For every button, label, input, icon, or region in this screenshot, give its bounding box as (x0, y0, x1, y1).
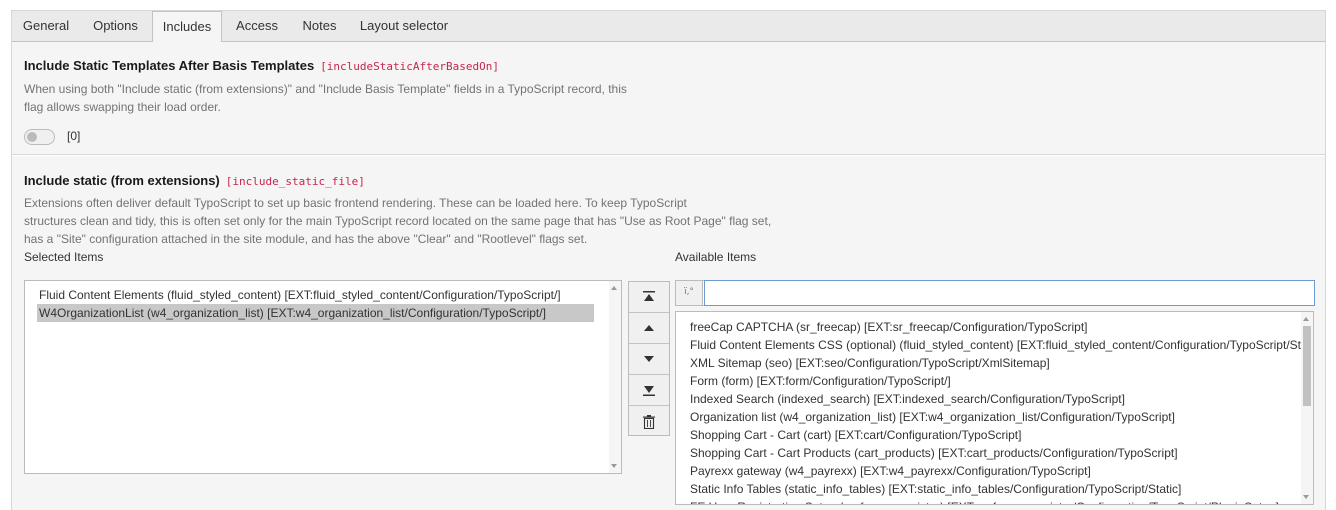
include-static-section: Include static (from extensions) [include… (12, 156, 1325, 510)
selected-items-list[interactable]: Fluid Content Elements (fluid_styled_con… (24, 280, 622, 474)
available-items-filter: ï,° (675, 280, 1315, 306)
scrollbar-thumb[interactable] (1303, 326, 1311, 406)
move-to-bottom-icon (643, 386, 655, 396)
available-items-label: Available Items (675, 250, 757, 264)
move-down-icon (644, 356, 654, 362)
tab-options[interactable]: Options (83, 11, 148, 42)
toggle-switch[interactable] (24, 129, 55, 145)
available-list-item[interactable]: Fluid Content Elements CSS (optional) (f… (676, 336, 1313, 354)
field-description: Extensions often deliver default TypoScr… (24, 194, 771, 248)
available-list-item[interactable]: Form (form) [EXT:form/Configuration/Typo… (676, 372, 1313, 390)
move-to-top-button[interactable] (629, 282, 669, 313)
move-to-bottom-button[interactable] (629, 375, 669, 406)
description-line: Extensions often deliver default TypoScr… (24, 196, 687, 210)
trash-icon (643, 415, 655, 429)
available-list-item[interactable]: Indexed Search (indexed_search) [EXT:ind… (676, 390, 1313, 408)
remove-button[interactable] (629, 406, 669, 437)
tab-layout-selector[interactable]: Layout selector (354, 11, 454, 42)
description-line: has a "Site" configuration attached in t… (24, 232, 588, 246)
description-line: When using both "Include static (from ex… (24, 82, 627, 96)
available-list-item[interactable]: Shopping Cart - Cart (cart) [EXT:cart/Co… (676, 426, 1313, 444)
move-up-button[interactable] (629, 313, 669, 344)
available-list-item[interactable]: FE User Registration Setup (sr_feuser_re… (676, 498, 1313, 504)
tab-includes[interactable]: Includes (152, 11, 222, 43)
filter-icon: ï,° (676, 281, 703, 305)
field-title: Include Static Templates After Basis Tem… (24, 58, 315, 73)
selected-list-item[interactable]: Fluid Content Elements (fluid_styled_con… (25, 286, 621, 304)
description-line: flag allows swapping their load order. (24, 100, 221, 114)
available-list-item[interactable]: Static Info Tables (static_info_tables) … (676, 480, 1313, 498)
selected-list-item[interactable]: W4OrganizationList (w4_organization_list… (37, 304, 594, 322)
available-list-item[interactable]: Payrexx gateway (w4_payrexx) [EXT:w4_pay… (676, 462, 1313, 480)
field-code: [include_static_file] (225, 175, 365, 188)
toggle-value: [0] (67, 129, 81, 143)
field-title: Include static (from extensions) (24, 173, 220, 188)
available-list-item[interactable]: Shopping Cart - Cart Products (cart_prod… (676, 444, 1313, 462)
selected-items-container: Fluid Content Elements (fluid_styled_con… (25, 286, 621, 322)
available-list-item[interactable]: Organization list (w4_organization_list)… (676, 408, 1313, 426)
form-frame: General Options Includes Access Notes La… (11, 10, 1326, 510)
field-code: [includeStaticAfterBasedOn] (320, 60, 499, 73)
scroll-up-icon[interactable] (611, 286, 617, 290)
scroll-down-icon[interactable] (1303, 495, 1309, 499)
available-items-container: freeCap CAPTCHA (sr_freecap) [EXT:sr_fre… (676, 318, 1313, 504)
field-label: Include static (from extensions) [include… (24, 173, 365, 188)
available-items-list[interactable]: freeCap CAPTCHA (sr_freecap) [EXT:sr_fre… (675, 311, 1314, 505)
scroll-down-icon[interactable] (611, 464, 617, 468)
toggle-knob (27, 132, 37, 142)
move-up-icon (644, 325, 654, 331)
move-down-button[interactable] (629, 344, 669, 375)
description-line: structures clean and tidy, this is often… (24, 214, 772, 228)
available-list-item[interactable]: XML Sitemap (seo) [EXT:seo/Configuration… (676, 354, 1313, 372)
selected-items-label: Selected Items (24, 250, 104, 264)
filter-input[interactable] (704, 280, 1315, 306)
scroll-up-icon[interactable] (1303, 317, 1309, 321)
selected-list-scrollbar[interactable] (609, 281, 621, 473)
move-to-top-icon (643, 291, 655, 301)
tab-notes[interactable]: Notes (293, 11, 346, 42)
field-description: When using both "Include static (from ex… (24, 80, 627, 116)
available-list-scrollbar[interactable] (1301, 312, 1313, 504)
tab-general[interactable]: General (12, 11, 80, 42)
field-label: Include Static Templates After Basis Tem… (24, 58, 499, 73)
available-list-item[interactable]: freeCap CAPTCHA (sr_freecap) [EXT:sr_fre… (676, 318, 1313, 336)
tab-bar: General Options Includes Access Notes La… (12, 11, 1325, 43)
tab-access[interactable]: Access (226, 11, 288, 42)
move-buttons (628, 281, 670, 436)
static-after-basis-section: Include Static Templates After Basis Tem… (12, 42, 1325, 155)
